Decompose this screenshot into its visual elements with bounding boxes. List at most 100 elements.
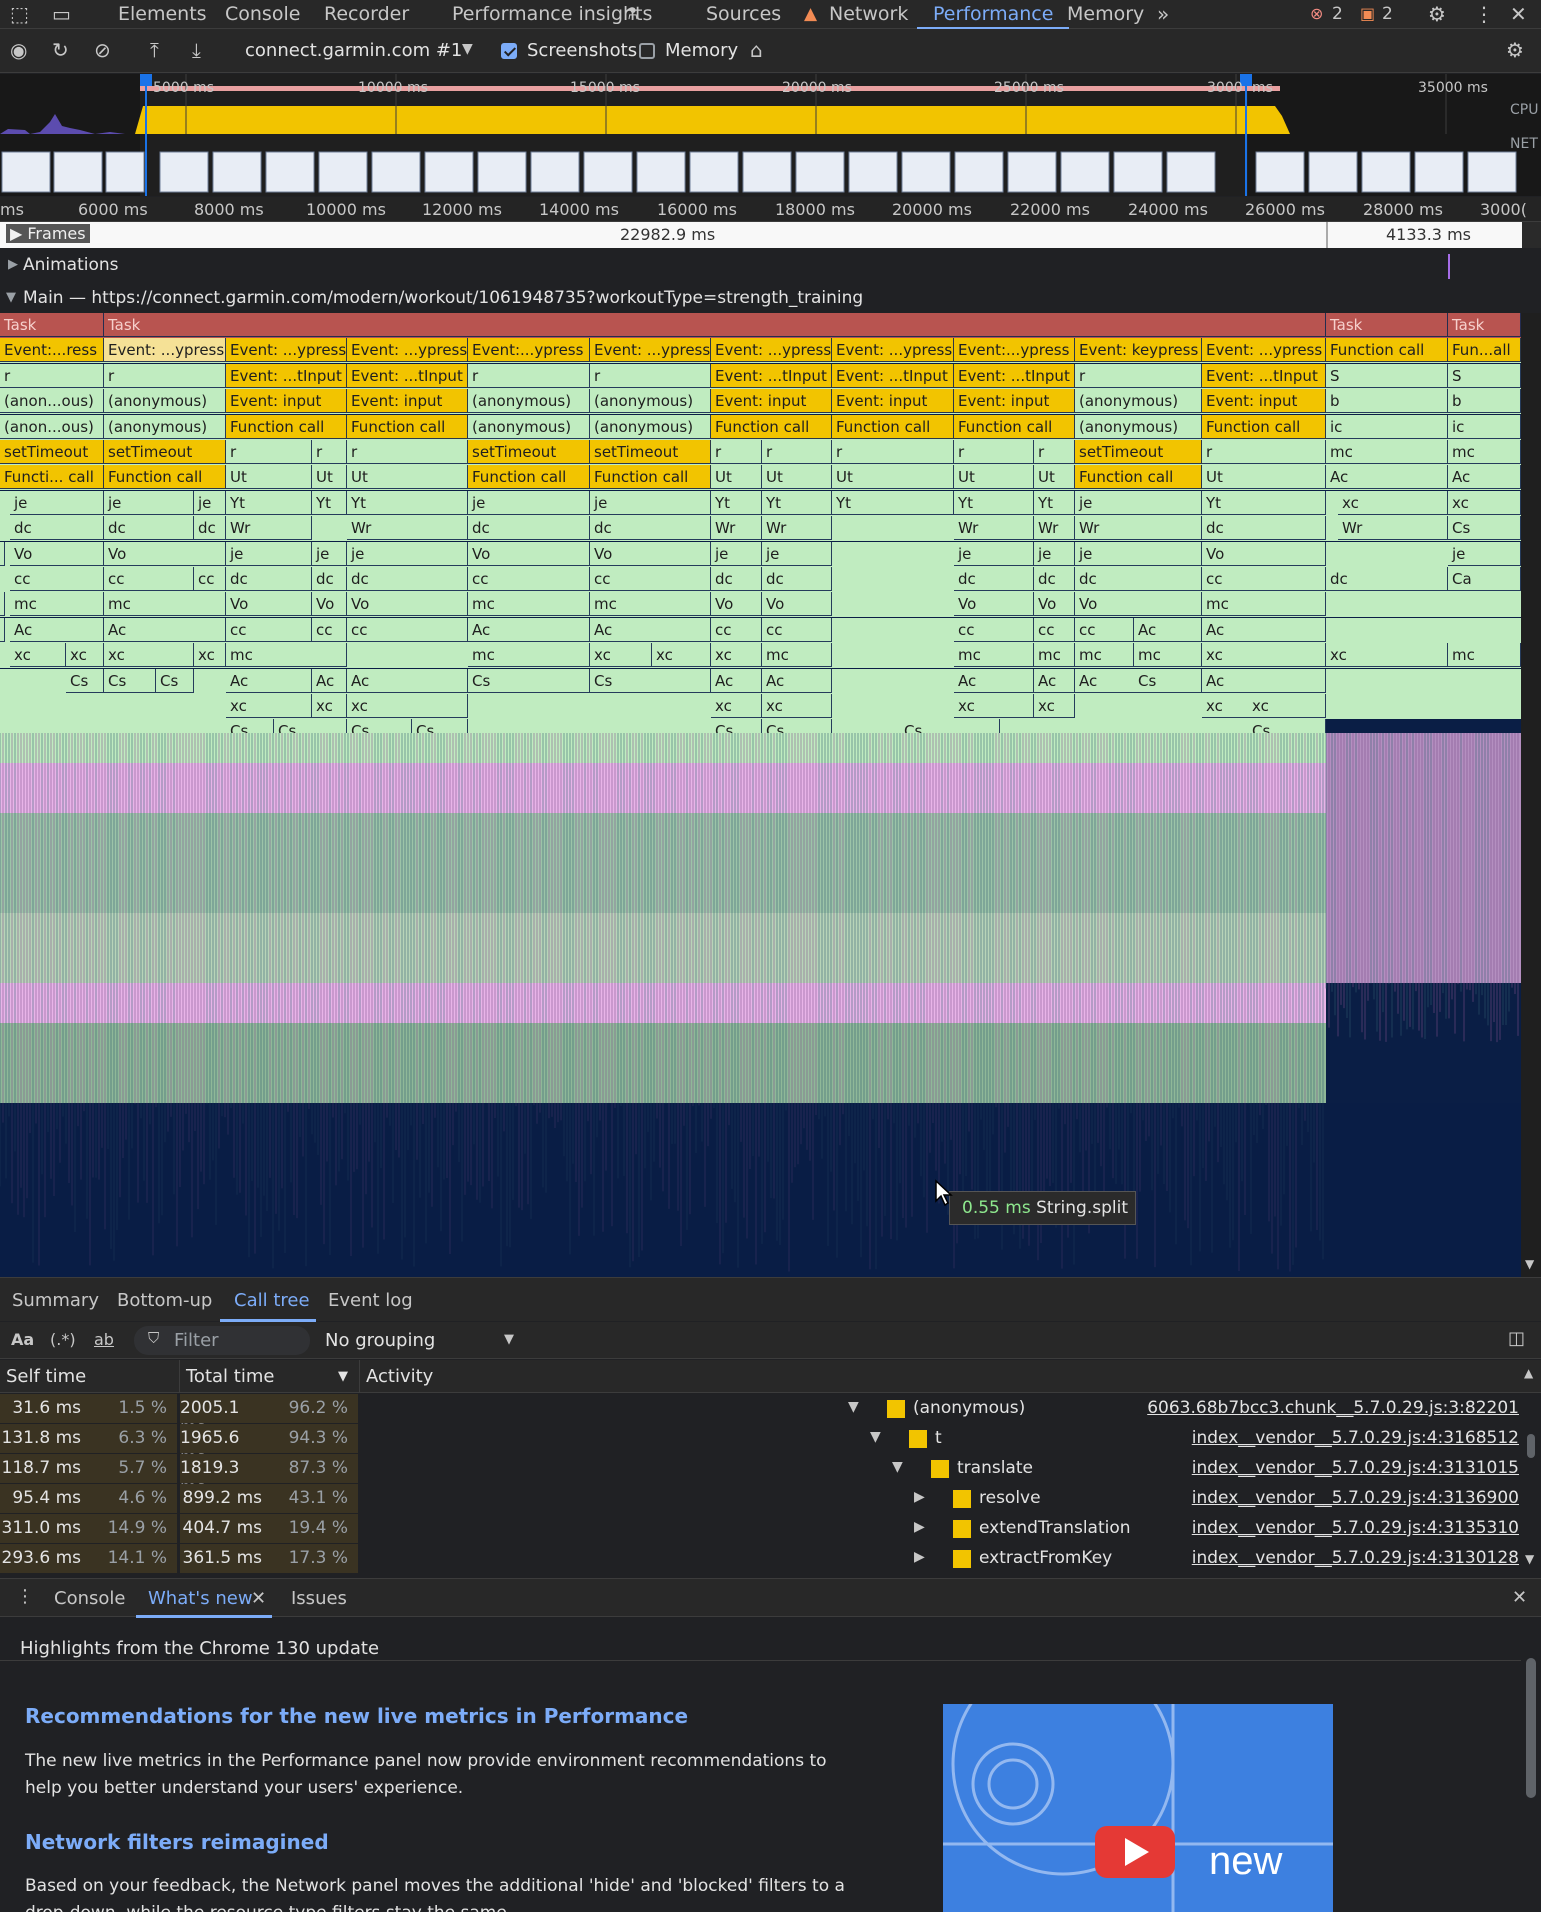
flame-task[interactable]: Task bbox=[1326, 313, 1448, 337]
flame-entry[interactable]: dc bbox=[312, 567, 347, 591]
flame-entry[interactable]: Vo bbox=[954, 592, 1034, 616]
record-icon[interactable]: ◉ bbox=[10, 39, 27, 61]
flame-entry[interactable]: cc bbox=[312, 618, 347, 642]
flame-entry[interactable]: cc bbox=[954, 618, 1034, 642]
flame-entry[interactable]: r bbox=[104, 364, 226, 388]
flame-entry[interactable]: dc bbox=[1075, 567, 1202, 591]
tab-bottom-up[interactable]: Bottom-up bbox=[117, 1290, 212, 1311]
flame-entry[interactable]: r bbox=[1034, 440, 1075, 464]
whole-word-icon[interactable]: ab bbox=[94, 1330, 114, 1349]
flame-entry[interactable]: xc bbox=[1202, 643, 1326, 667]
source-link[interactable]: 6063.68b7bcc3.chunk__5.7.0.29.js:3:82201 bbox=[1147, 1398, 1519, 1418]
flame-entry[interactable]: Vo bbox=[104, 542, 226, 566]
flame-entry[interactable]: Event: ...tInput bbox=[226, 364, 347, 388]
flame-entry[interactable]: dc bbox=[226, 567, 312, 591]
call-tree-row[interactable]: 95.4 ms 4.6 % 899.2 ms 43.1 % ▶ resolve index_… bbox=[0, 1484, 1521, 1514]
flame-entry[interactable]: je bbox=[954, 542, 1034, 566]
flame-entry[interactable]: Yt bbox=[832, 491, 954, 515]
call-tree-row[interactable]: 293.6 ms 14.1 % 361.5 ms 17.3 % ▶ extractFrom… bbox=[0, 1544, 1521, 1574]
tab-network[interactable]: Network bbox=[829, 0, 908, 29]
flame-entry[interactable]: cc bbox=[1034, 618, 1075, 642]
close-tab-icon[interactable]: ✕ bbox=[251, 1588, 266, 1609]
tab-event-log[interactable]: Event log bbox=[328, 1290, 413, 1311]
flame-entry[interactable]: Event: ...ypress bbox=[832, 338, 954, 362]
tab-performance[interactable]: Performance bbox=[917, 0, 1070, 29]
flame-entry[interactable]: Vo bbox=[312, 592, 347, 616]
reload-record-icon[interactable]: ↻ bbox=[52, 39, 69, 61]
flame-entry[interactable]: Function call bbox=[104, 465, 226, 489]
flame-scrollbar[interactable]: ▼ bbox=[1521, 313, 1541, 1277]
flame-entry[interactable]: xc bbox=[711, 694, 762, 718]
flame-entry[interactable]: Event: ...tInput bbox=[1202, 364, 1326, 388]
flame-entry[interactable]: Event: ...tInput bbox=[347, 364, 468, 388]
flame-entry[interactable]: je bbox=[1075, 491, 1202, 515]
flame-entry[interactable]: Wr bbox=[711, 516, 762, 540]
flame-entry[interactable]: Vo bbox=[468, 542, 590, 566]
flame-entry[interactable]: Yt bbox=[1034, 491, 1075, 515]
flame-entry[interactable]: Ac bbox=[1202, 618, 1326, 642]
flame-chart[interactable]: Task Task Task Task Event:...ress Event: ...y… bbox=[0, 313, 1521, 1277]
flame-entry[interactable]: dc bbox=[1202, 516, 1326, 540]
flame-entry[interactable]: Fun...all bbox=[1448, 338, 1521, 362]
flame-entry[interactable]: (anonymous) bbox=[104, 389, 226, 413]
flame-entry[interactable]: xc bbox=[10, 643, 66, 667]
flame-entry[interactable]: cc bbox=[0, 618, 5, 642]
flame-entry[interactable]: mc bbox=[1448, 643, 1521, 667]
flame-entry[interactable]: mc bbox=[590, 592, 711, 616]
source-link[interactable]: index__vendor__5.7.0.29.js:4:3131015 bbox=[1192, 1458, 1519, 1478]
flame-entry[interactable]: r bbox=[347, 440, 468, 464]
flame-entry[interactable]: Cs bbox=[590, 669, 711, 693]
flame-entry[interactable]: Function call bbox=[347, 415, 468, 439]
grouping-select[interactable]: No grouping bbox=[325, 1330, 435, 1351]
flame-entry[interactable]: Function call bbox=[954, 415, 1075, 439]
flame-entry[interactable]: Ac bbox=[104, 618, 226, 642]
flame-entry[interactable]: r bbox=[832, 440, 954, 464]
flame-entry[interactable]: Ac bbox=[711, 669, 762, 693]
chevron-down-icon[interactable]: ▼ bbox=[504, 1332, 514, 1347]
flame-entry[interactable]: (anonymous) bbox=[104, 415, 226, 439]
flame-entry[interactable]: Vo bbox=[10, 542, 104, 566]
drawer-scrollbar[interactable] bbox=[1521, 1618, 1541, 1912]
flame-entry[interactable]: setTimeout bbox=[0, 440, 104, 464]
flame-entry[interactable]: setTimeout bbox=[590, 440, 711, 464]
flame-entry[interactable]: Yt bbox=[711, 491, 762, 515]
flame-entry[interactable]: (anonymous) bbox=[468, 415, 590, 439]
flame-entry[interactable]: Ut bbox=[832, 465, 954, 489]
flame-entry[interactable]: Event: input bbox=[832, 389, 954, 413]
flame-entry[interactable]: Ut bbox=[312, 465, 347, 489]
flame-entry[interactable]: r bbox=[468, 364, 590, 388]
flame-entry[interactable]: Ac bbox=[1202, 669, 1326, 693]
drawer-tab-issues[interactable]: Issues bbox=[291, 1588, 347, 1609]
flame-entry[interactable]: Event: ...tInput bbox=[954, 364, 1075, 388]
flame-entry[interactable]: mc bbox=[1134, 643, 1202, 667]
flame-entry[interactable]: Function call bbox=[590, 465, 711, 489]
flame-entry[interactable]: dc bbox=[1326, 567, 1448, 591]
flame-entry[interactable]: mc bbox=[104, 592, 226, 616]
tab-console[interactable]: Console bbox=[225, 0, 300, 29]
expanded-arrow-icon[interactable]: ▼ bbox=[870, 1429, 881, 1445]
flame-entry[interactable]: je bbox=[104, 491, 194, 515]
flame-entry[interactable]: Cs bbox=[1448, 516, 1521, 540]
flame-entry[interactable]: mc bbox=[1075, 643, 1134, 667]
flame-entry[interactable]: S bbox=[1448, 364, 1521, 388]
clear-icon[interactable]: ⊘ bbox=[94, 39, 111, 61]
source-link[interactable]: index__vendor__5.7.0.29.js:4:3130128 bbox=[1192, 1548, 1519, 1568]
flame-entry[interactable]: Ut bbox=[226, 465, 312, 489]
flame-entry[interactable]: Ut bbox=[1202, 465, 1326, 489]
flame-entry[interactable]: Vo bbox=[1202, 542, 1326, 566]
flame-entry[interactable]: dc bbox=[468, 516, 590, 540]
flame-entry[interactable]: Event: ...ypress bbox=[347, 338, 468, 362]
flame-entry[interactable]: Ut bbox=[954, 465, 1034, 489]
expanded-arrow-icon[interactable]: ▼ bbox=[892, 1459, 903, 1475]
flame-entry[interactable]: r bbox=[954, 440, 1034, 464]
flame-entry[interactable]: je bbox=[590, 491, 711, 515]
flame-entry[interactable]: dc bbox=[762, 567, 832, 591]
flame-entry[interactable]: Vo bbox=[762, 592, 832, 616]
flame-entry[interactable]: Ac bbox=[10, 618, 104, 642]
flame-entry[interactable]: Function call bbox=[1202, 415, 1326, 439]
more-options-icon[interactable]: ⋮ bbox=[1474, 3, 1494, 25]
flame-entry[interactable]: Ut bbox=[347, 465, 468, 489]
flame-entry[interactable]: r bbox=[0, 364, 104, 388]
flame-task[interactable]: Task bbox=[104, 313, 1326, 337]
more-tabs-icon[interactable]: » bbox=[1157, 3, 1169, 25]
